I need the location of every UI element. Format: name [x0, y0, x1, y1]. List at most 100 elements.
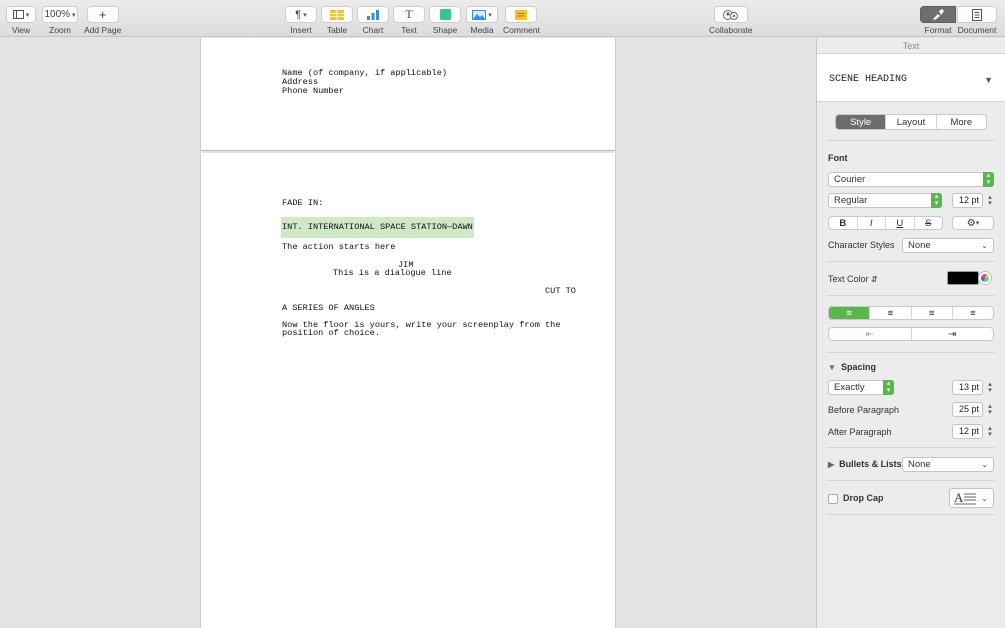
font-family-popup[interactable]: Courier ▴ ▾ — [828, 172, 994, 187]
comment-label: Comment — [503, 25, 540, 35]
insert-control[interactable]: ¶ ▾ Insert — [285, 6, 317, 35]
contact-phone-line[interactable]: Phone Number — [282, 87, 344, 96]
color-wheel-icon[interactable] — [979, 272, 991, 284]
insert-button[interactable]: ¶ ▾ — [285, 6, 317, 23]
drop-cap-checkbox[interactable] — [828, 494, 838, 504]
inspector-tabs: Style Layout More — [835, 114, 987, 130]
line-spacing-field[interactable]: 13 pt — [952, 380, 983, 395]
view-button[interactable]: ▾ — [6, 6, 36, 23]
align-left-button[interactable]: ≡ — [829, 307, 871, 319]
strikethrough-button[interactable]: S — [915, 217, 943, 229]
bullets-lists-value: None — [908, 459, 931, 470]
spacing-section[interactable]: ▼ Spacing — [828, 362, 876, 372]
comment-control[interactable]: Comment — [503, 6, 540, 35]
dialogue-line[interactable]: This is a dialogue line — [333, 269, 452, 278]
text-button[interactable]: T — [393, 6, 425, 23]
tab-style[interactable]: Style — [836, 115, 887, 129]
media-icon — [472, 9, 487, 20]
line-spacing-stepper[interactable]: ▴ ▾ — [986, 381, 994, 394]
zoom-control[interactable]: 100% ▾ Zoom — [42, 6, 78, 35]
add-page-button[interactable]: + — [86, 6, 119, 23]
divider — [827, 295, 995, 296]
up-down-chevron-icon: ⇵ — [871, 275, 878, 284]
justify-icon: ≡ — [970, 307, 976, 319]
add-page-control[interactable]: + Add Page — [84, 6, 121, 35]
page-2[interactable]: FADE IN: INT. INTERNATIONAL SPACE STATIO… — [200, 153, 616, 628]
closing-line-2[interactable]: position of choice. — [282, 329, 380, 338]
collaborate-button[interactable] — [713, 6, 748, 23]
table-label: Table — [326, 25, 348, 35]
tab-more[interactable]: More — [937, 115, 986, 129]
add-page-label: Add Page — [84, 25, 122, 35]
paragraph-style-selector[interactable]: SCENE HEADING ▼ — [817, 54, 1005, 102]
divider — [827, 480, 995, 481]
zoom-button[interactable]: 100% ▾ — [42, 6, 78, 23]
font-size-stepper[interactable]: ▴ ▾ — [986, 194, 994, 207]
justify-button[interactable]: ≡ — [953, 307, 993, 319]
page-1[interactable]: Name (of company, if applicable) Address… — [200, 38, 616, 151]
font-style-popup[interactable]: Regular ▴ ▾ — [828, 193, 942, 208]
bullets-lists-section[interactable]: ▶ Bullets & Lists — [828, 459, 902, 469]
font-size-field[interactable]: 12 pt — [952, 193, 983, 208]
underline-button[interactable]: U — [886, 217, 915, 229]
collaborate-icon — [723, 9, 739, 20]
disclosure-triangle-icon[interactable]: ▼ — [984, 75, 993, 85]
divider — [827, 514, 995, 515]
media-button[interactable]: ▾ — [466, 6, 498, 23]
document-icon — [972, 8, 982, 21]
format-button[interactable] — [920, 6, 956, 23]
paragraph-style-name: SCENE HEADING — [829, 74, 908, 85]
text-control[interactable]: T Text — [393, 6, 425, 35]
chart-control[interactable]: Chart — [357, 6, 389, 35]
text-label: Text — [401, 25, 417, 35]
chart-label: Chart — [362, 25, 384, 35]
table-button[interactable] — [321, 6, 353, 23]
scene-heading-line[interactable]: INT. INTERNATIONAL SPACE STATION—DAWN — [281, 217, 474, 238]
increase-indent-button[interactable]: ⇥ — [912, 328, 994, 340]
after-paragraph-stepper[interactable]: ▴ ▾ — [986, 425, 994, 438]
before-paragraph-field[interactable]: 25 pt — [952, 402, 983, 417]
document-canvas[interactable]: Name (of company, if applicable) Address… — [0, 38, 816, 628]
format-control[interactable]: Format — [920, 6, 956, 35]
align-center-button[interactable]: ≡ — [870, 307, 912, 319]
chart-button[interactable] — [357, 6, 389, 23]
before-paragraph-stepper[interactable]: ▴ ▾ — [986, 403, 994, 416]
shape-control[interactable]: Shape — [429, 6, 461, 35]
table-icon — [330, 9, 344, 20]
character-styles-value: None — [908, 240, 931, 251]
increase-indent-icon: ⇥ — [948, 328, 957, 340]
shape-button[interactable] — [429, 6, 461, 23]
bold-button[interactable]: B — [829, 217, 858, 229]
character-styles-popup[interactable]: None ⌄ — [902, 238, 994, 253]
document-label: Document — [957, 25, 997, 35]
decrease-indent-icon: ⇤ — [865, 328, 874, 340]
text-color-swatch[interactable] — [947, 271, 979, 285]
drop-cap-icon: A — [954, 490, 976, 505]
transition-line[interactable]: CUT TO — [545, 287, 576, 296]
chevron-down-icon: ▾ — [72, 11, 76, 19]
table-control[interactable]: Table — [321, 6, 353, 35]
chevron-down-icon: ▾ — [975, 220, 980, 227]
inspector-header: Text — [817, 38, 1005, 54]
decrease-indent-button[interactable]: ⇤ — [829, 328, 912, 340]
collaborate-control[interactable]: Collaborate — [709, 6, 752, 35]
align-right-button[interactable]: ≡ — [912, 307, 953, 319]
spacing-mode-popup[interactable]: Exactly ▴ ▾ — [828, 380, 894, 395]
divider — [827, 447, 995, 448]
document-button[interactable] — [957, 6, 997, 23]
comment-button[interactable] — [505, 6, 538, 23]
italic-button[interactable]: I — [858, 217, 886, 229]
media-control[interactable]: ▾ Media — [466, 6, 498, 35]
tab-layout[interactable]: Layout — [886, 115, 937, 129]
view-control[interactable]: ▾ View — [6, 6, 36, 35]
after-paragraph-field[interactable]: 12 pt — [952, 424, 983, 439]
drop-cap-style-popup[interactable]: A ⌄ — [949, 488, 994, 508]
shot-line[interactable]: A SERIES OF ANGLES — [282, 304, 375, 313]
advanced-options-button[interactable]: ⚙ ▾ — [952, 216, 994, 230]
chevron-down-icon: ⌄ — [981, 241, 988, 250]
bullets-lists-popup[interactable]: None ⌄ — [902, 457, 994, 472]
fade-in-line[interactable]: FADE IN: — [282, 199, 323, 208]
format-label: Format — [924, 25, 952, 35]
action-line[interactable]: The action starts here — [282, 243, 395, 252]
document-control[interactable]: Document — [957, 6, 997, 35]
